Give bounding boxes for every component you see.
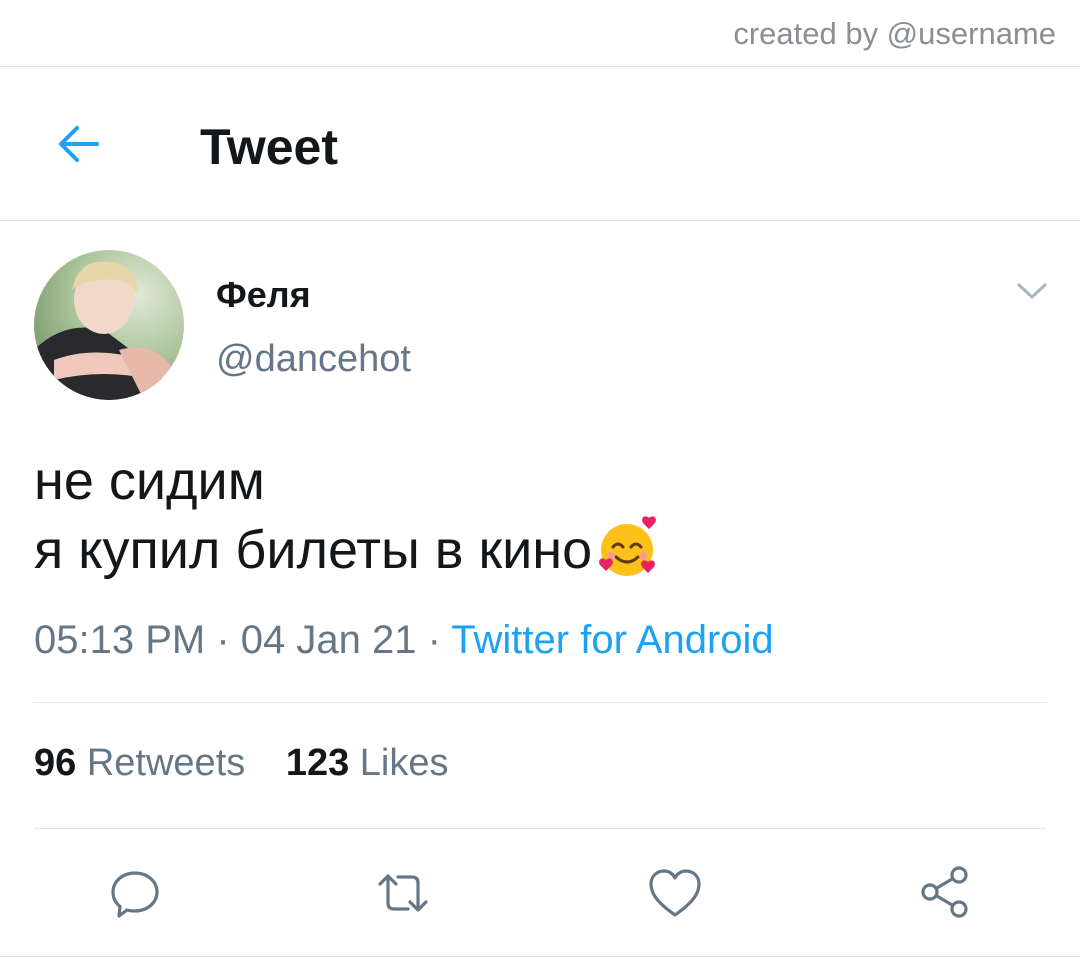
more-options-button[interactable] bbox=[1014, 276, 1050, 306]
heart-icon bbox=[649, 869, 701, 917]
likes-count: 123 bbox=[285, 742, 350, 784]
credit-text: created by @username bbox=[733, 16, 1056, 51]
likes-label: Likes bbox=[359, 742, 449, 784]
bottom-divider bbox=[0, 956, 1080, 957]
avatar-photo bbox=[34, 250, 184, 400]
meta-separator: · bbox=[205, 618, 241, 662]
retweet-button[interactable] bbox=[368, 858, 438, 928]
tweet-text-line: не сидим bbox=[34, 451, 265, 511]
reply-button[interactable] bbox=[100, 858, 170, 928]
retweets-stat[interactable]: 96 Retweets bbox=[34, 742, 245, 785]
user-handle[interactable]: @dancehot bbox=[216, 338, 411, 381]
back-button[interactable] bbox=[50, 116, 106, 172]
avatar[interactable] bbox=[34, 250, 184, 400]
tweet-text-line: я купил билеты в кино bbox=[34, 514, 662, 583]
chevron-down-icon bbox=[1017, 283, 1047, 299]
arrow-left-icon bbox=[59, 126, 99, 162]
tweet-source-link[interactable]: Twitter for Android bbox=[451, 618, 773, 662]
tweet-time: 05:13 PM bbox=[34, 618, 206, 662]
page-title: Tweet bbox=[200, 119, 338, 175]
top-divider bbox=[0, 66, 1080, 67]
tweet-meta: 05:13 PM · 04 Jan 21 · Twitter for Andro… bbox=[34, 618, 774, 663]
action-bar bbox=[0, 856, 1080, 932]
smiling-face-with-hearts-icon bbox=[599, 516, 657, 576]
like-button[interactable] bbox=[640, 858, 710, 928]
likes-stat[interactable]: 123 Likes bbox=[286, 742, 449, 785]
stats-divider bbox=[34, 828, 1046, 829]
tweet-text-line-content: я купил билеты в кино bbox=[34, 520, 593, 580]
tweet-text: не сидим я купил билеты в кино bbox=[34, 448, 662, 583]
tweet-date: 04 Jan 21 bbox=[240, 618, 417, 662]
header-divider bbox=[0, 220, 1080, 221]
meta-divider bbox=[34, 702, 1046, 703]
meta-separator: · bbox=[416, 618, 452, 662]
share-icon bbox=[921, 866, 968, 918]
header-bar: Tweet bbox=[0, 96, 1080, 200]
tweet-stats: 96 Retweets 123 Likes bbox=[34, 742, 479, 785]
retweet-icon bbox=[378, 874, 428, 912]
share-button[interactable] bbox=[910, 856, 980, 926]
reply-icon bbox=[111, 871, 159, 918]
retweets-label: Retweets bbox=[86, 742, 246, 784]
display-name[interactable]: Феля bbox=[216, 274, 311, 316]
retweets-count: 96 bbox=[34, 742, 77, 784]
